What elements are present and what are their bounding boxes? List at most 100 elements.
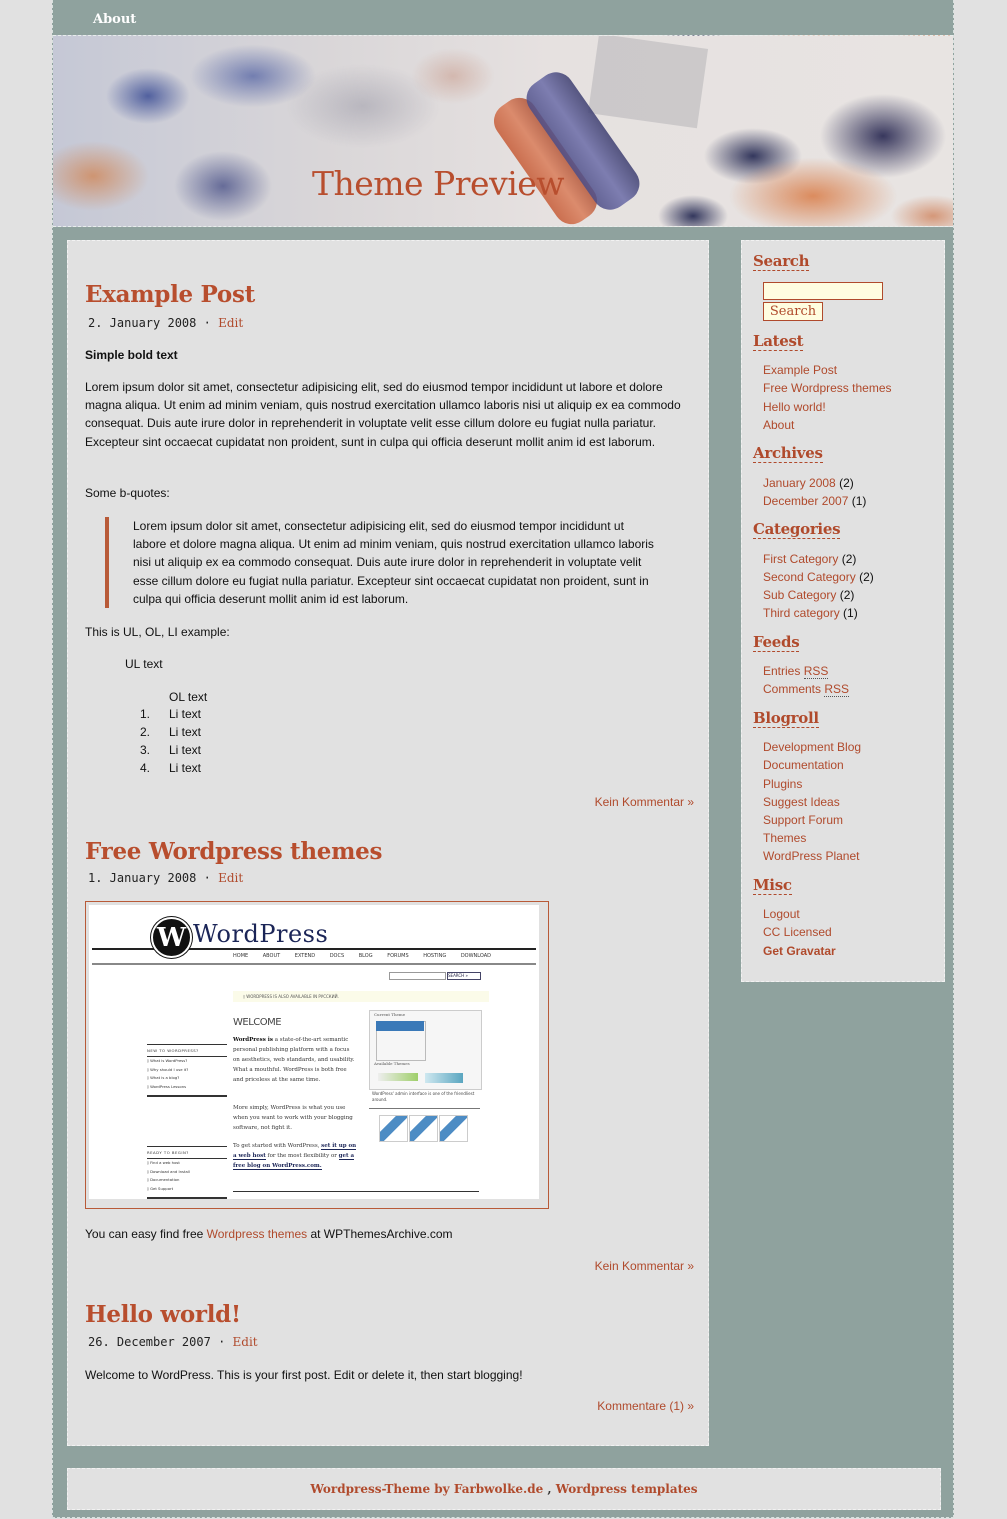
ol-text: OL text	[169, 690, 208, 704]
category-count: (2)	[859, 570, 874, 584]
screenshot-banner: ◊ WORDPRESS IS ALSO AVAILABLE IN РУССКИЙ…	[233, 991, 489, 1002]
blogroll-link[interactable]: Suggest Ideas	[763, 795, 840, 809]
screenshot-welcome: WELCOME	[233, 1017, 282, 1028]
footer-link-templates[interactable]: Wordpress templates	[556, 1482, 698, 1496]
divider	[92, 963, 536, 965]
screenshot-nav-item: HOME	[233, 953, 249, 959]
site-title[interactable]: Theme Preview	[53, 164, 823, 203]
screenshot-sidebar-new: NEW TO WORDPRESS? ◊ What is WordPress? ◊…	[147, 1044, 227, 1097]
sidebar-category-item: Sub Category (2)	[763, 588, 854, 602]
screenshot-nav-item: BLOG	[358, 953, 373, 959]
archive-link[interactable]: January 2008	[763, 476, 836, 490]
divider	[369, 1108, 480, 1109]
edit-link[interactable]: Edit	[233, 1335, 258, 1349]
sidebar-category-item: Third category (1)	[763, 606, 858, 620]
screenshot-nav: HOME ABOUT EXTEND DOCS BLOG FORUMS HOSTI…	[233, 953, 504, 959]
screenshot-sidebar-ready: READY TO BEGIN? ◊ Find a web host ◊ Down…	[147, 1146, 227, 1199]
post-paragraph: You can easy find free Wordpress themes …	[85, 1225, 453, 1243]
blogroll-link[interactable]: Plugins	[763, 777, 802, 791]
blogroll-link[interactable]: Development Blog	[763, 740, 861, 754]
logout-link[interactable]: Logout	[763, 907, 800, 921]
wordpress-logo-icon: W	[151, 917, 192, 958]
post-title[interactable]: Free Wordpress themes	[85, 838, 382, 865]
screenshot-nav-item: HOSTING	[423, 953, 447, 959]
get-gravatar-link[interactable]: Get Gravatar	[763, 944, 836, 958]
post-paragraph: Welcome to WordPress. This is your first…	[85, 1368, 523, 1382]
category-count: (1)	[843, 606, 858, 620]
feed-link-entries[interactable]: Entries RSS	[763, 664, 829, 679]
header-art-paper	[587, 36, 709, 129]
screenshot-search-box	[389, 972, 446, 980]
footer: Wordpress-Theme by Farbwolke.de , Wordpr…	[67, 1468, 941, 1510]
edit-link[interactable]: Edit	[218, 871, 243, 885]
category-link[interactable]: Second Category	[763, 570, 856, 584]
search-button[interactable]: Search	[763, 302, 823, 321]
screenshot-caption: WordPress' admin interface is one of the…	[372, 1091, 475, 1102]
sidebar-heading-blogroll: Blogroll	[753, 709, 819, 728]
screenshot-thumbnail	[409, 1115, 438, 1142]
bold-text: Simple bold text	[85, 348, 178, 362]
category-link[interactable]: First Category	[763, 552, 838, 566]
list-item-text: Li text	[169, 725, 202, 739]
blockquote: Lorem ipsum dolor sit amet, consectetur …	[105, 517, 683, 609]
sidebar-link-latest[interactable]: Free Wordpress themes	[763, 381, 892, 395]
list-item-text: Li text	[169, 743, 202, 757]
archive-count: (2)	[839, 476, 854, 490]
post-title[interactable]: Example Post	[85, 281, 255, 308]
wordpress-themes-link[interactable]: Wordpress themes	[207, 1227, 307, 1241]
nav-link-about[interactable]: About	[93, 12, 136, 27]
sidebar-archive-item: December 2007 (1)	[763, 494, 866, 508]
bquote-intro: Some b-quotes:	[85, 486, 170, 500]
screenshot-thumbnail	[439, 1115, 468, 1142]
post-date: 1. January 2008	[88, 871, 197, 885]
meta-separator: ·	[203, 316, 211, 330]
cc-licensed-link[interactable]: CC Licensed	[763, 925, 832, 939]
list-number: 3.	[139, 743, 150, 757]
post-date: 26. December 2007	[88, 1335, 211, 1349]
blogroll-link[interactable]: Documentation	[763, 758, 844, 772]
post-meta: 2. January 2008 · Edit	[88, 316, 243, 330]
blockquote-text: Lorem ipsum dolor sit amet, consectetur …	[133, 519, 654, 606]
feed-link-comments[interactable]: Comments RSS	[763, 682, 850, 697]
list-intro: This is UL, OL, LI example:	[85, 625, 230, 639]
meta-separator: ·	[203, 871, 211, 885]
post-meta: 1. January 2008 · Edit	[88, 871, 243, 885]
comments-link[interactable]: Kommentare (1) »	[597, 1399, 694, 1413]
sidebar-link-latest[interactable]: About	[763, 418, 794, 432]
divider	[233, 1191, 479, 1192]
sidebar-heading-search: Search	[753, 252, 810, 271]
screenshot-nav-item: EXTEND	[294, 953, 316, 959]
screenshot-nav-item: ABOUT	[262, 953, 281, 959]
screenshot-thumbnail	[379, 1115, 408, 1142]
sidebar-archive-item: January 2008 (2)	[763, 476, 854, 490]
footer-link-farbwolke[interactable]: Wordpress-Theme by Farbwolke.de	[310, 1482, 543, 1496]
post-title[interactable]: Hello world!	[85, 1301, 241, 1328]
list-number: 2.	[139, 725, 150, 739]
comments-link[interactable]: Kein Kommentar »	[595, 1259, 694, 1273]
sidebar-category-item: Second Category (2)	[763, 570, 874, 584]
search-input[interactable]	[763, 282, 883, 300]
list-item-text: Li text	[169, 707, 202, 721]
wordpress-logo-text: WordPress	[193, 920, 329, 948]
category-link[interactable]: Sub Category	[763, 588, 836, 602]
screenshot-admin-panel: Current Theme Available Themes	[369, 1010, 482, 1090]
sidebar-link-latest[interactable]: Example Post	[763, 363, 837, 377]
sidebar-link-latest[interactable]: Hello world!	[763, 400, 826, 414]
post-date: 2. January 2008	[88, 316, 197, 330]
archive-count: (1)	[851, 494, 867, 508]
sidebar-heading-archives: Archives	[753, 444, 823, 463]
blogroll-link[interactable]: Themes	[763, 831, 806, 845]
text: at WPThemesArchive.com	[307, 1227, 453, 1241]
category-link[interactable]: Third category	[763, 606, 840, 620]
comments-link[interactable]: Kein Kommentar »	[595, 795, 694, 809]
sidebar-heading-categories: Categories	[753, 520, 841, 539]
archive-link[interactable]: December 2007	[763, 494, 848, 508]
edit-link[interactable]: Edit	[218, 316, 243, 330]
ul-text: UL text	[125, 657, 163, 671]
blogroll-link[interactable]: Support Forum	[763, 813, 843, 827]
screenshot-paragraph: More simply, WordPress is what you use w…	[233, 1105, 353, 1131]
meta-separator: ·	[218, 1335, 226, 1349]
top-navigation: About	[53, 0, 953, 35]
screenshot-nav-item: FORUMS	[387, 953, 409, 959]
blogroll-link[interactable]: WordPress Planet	[763, 849, 860, 863]
